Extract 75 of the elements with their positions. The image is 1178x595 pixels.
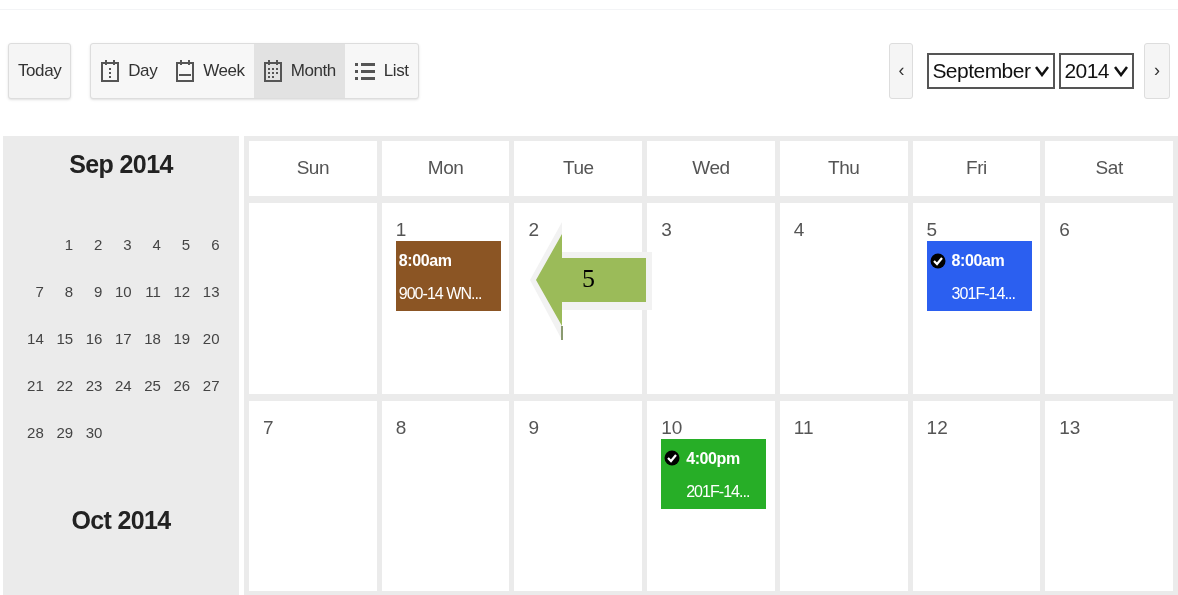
calendar-icon xyxy=(100,58,121,83)
event-chip[interactable]: 8:00am 301F-14... xyxy=(926,241,1032,311)
date-link[interactable]: 21 xyxy=(18,374,48,397)
view-tab[interactable]: Day xyxy=(91,43,167,98)
event-time: 4:00pm xyxy=(686,448,740,469)
weekday-header: Sat xyxy=(1045,141,1173,196)
date-link[interactable]: 28 xyxy=(18,421,48,444)
date-link[interactable]: 1 xyxy=(47,233,78,256)
day-number: 2 xyxy=(528,219,540,241)
event-title: 301F-14... xyxy=(950,284,1016,304)
date-link[interactable]: 7 xyxy=(18,280,48,303)
day-number: 5 xyxy=(926,219,939,241)
date-link[interactable]: 22 xyxy=(47,374,78,397)
date-link[interactable]: 27 xyxy=(194,374,224,397)
date-link[interactable]: 16 xyxy=(77,327,107,350)
date-link[interactable]: 17 xyxy=(106,327,136,350)
day-number: 13 xyxy=(1059,416,1082,439)
date-link[interactable]: 23 xyxy=(77,374,107,397)
day-number: 7 xyxy=(263,416,275,439)
date-link[interactable]: 11 xyxy=(135,280,165,303)
month-select[interactable]: September xyxy=(927,52,1056,89)
date-link[interactable]: 6 xyxy=(194,233,224,256)
date-link[interactable]: 14 xyxy=(18,327,48,350)
date-link[interactable]: 30 xyxy=(77,421,107,444)
date-link[interactable]: 20 xyxy=(194,327,224,350)
date-link[interactable]: 8 xyxy=(47,280,78,303)
day-number: 12 xyxy=(926,416,949,439)
day-number: 1 xyxy=(395,219,408,241)
day-number: 11 xyxy=(793,416,815,439)
date-link[interactable]: 5 xyxy=(164,233,195,256)
day-number: 6 xyxy=(1059,219,1071,241)
date-link[interactable]: 18 xyxy=(135,327,165,350)
year-select[interactable]: 2014 xyxy=(1059,52,1134,89)
view-tab[interactable]: Week xyxy=(166,43,254,98)
chevron-down-icon xyxy=(1034,64,1051,77)
event-time: 8:00am xyxy=(398,251,452,271)
weekday-header: Tue xyxy=(514,141,643,196)
calendar-icon xyxy=(175,58,196,83)
previous-button[interactable]: ‹ xyxy=(889,42,914,99)
date-link[interactable]: 13 xyxy=(194,280,224,303)
event-title: 201F-14... xyxy=(685,481,751,502)
event-title: 900-14 WN... xyxy=(398,284,483,304)
weekday-header: Fri xyxy=(912,141,1041,196)
view-tab[interactable]: Month xyxy=(253,43,345,98)
date-link[interactable]: 3 xyxy=(106,233,136,256)
today-button[interactable]: Today xyxy=(8,42,72,99)
date-link[interactable]: 15 xyxy=(47,327,78,350)
date-link[interactable]: 24 xyxy=(106,374,136,397)
date-link[interactable]: 19 xyxy=(164,327,195,350)
weekday-header: Mon xyxy=(381,141,510,196)
date-link[interactable]: 12 xyxy=(164,280,195,303)
calendar-grid-icon xyxy=(262,58,283,83)
date-link[interactable]: 29 xyxy=(47,421,78,444)
chevron-down-icon xyxy=(1113,64,1129,77)
event-time: 8:00am xyxy=(951,251,1005,271)
event-chip[interactable]: 8:00am 900-14 WN... xyxy=(395,241,501,311)
date-link[interactable]: 10 xyxy=(106,280,136,303)
callout-number: 5 xyxy=(582,264,595,294)
day-number: 4 xyxy=(793,219,806,241)
weekday-header: Wed xyxy=(647,141,775,196)
weekday-header: Thu xyxy=(779,141,908,196)
day-number: 9 xyxy=(528,416,540,439)
day-number: 3 xyxy=(661,219,673,241)
date-link[interactable]: 4 xyxy=(135,233,165,256)
day-number: 10 xyxy=(661,416,684,439)
next-button[interactable]: › xyxy=(1144,42,1170,99)
day-number: 8 xyxy=(395,416,408,439)
date-link[interactable]: 2 xyxy=(77,233,107,256)
date-link[interactable]: 9 xyxy=(77,280,107,303)
view-tab[interactable]: List xyxy=(344,43,418,98)
date-link[interactable]: 26 xyxy=(164,374,195,397)
month-title: Sep 2014 xyxy=(69,149,173,180)
date-link[interactable]: 25 xyxy=(135,374,165,397)
weekday-header: Sun xyxy=(249,141,377,196)
month-title: Oct 2014 xyxy=(71,504,171,536)
